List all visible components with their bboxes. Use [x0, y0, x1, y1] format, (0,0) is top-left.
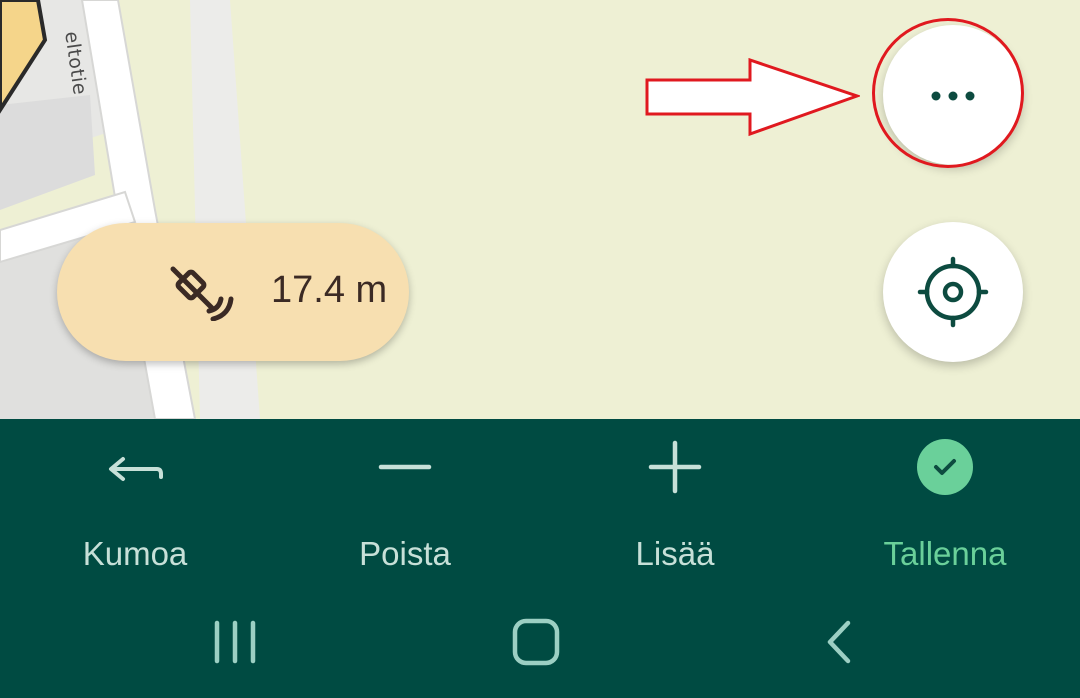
gps-accuracy-value: 17.4 m — [271, 269, 388, 311]
remove-label: Poista — [359, 535, 451, 572]
plus-icon — [648, 440, 702, 494]
back-icon[interactable] — [820, 619, 860, 665]
satellite-signal-icon — [170, 266, 234, 321]
recents-icon[interactable] — [210, 619, 260, 665]
annotation-arrow-icon — [645, 58, 860, 137]
save-label: Tallenna — [883, 535, 1007, 572]
edit-toolbar: Kumoa Poista Lisää Tallenna — [0, 419, 1080, 698]
add-label: Lisää — [635, 535, 715, 572]
minus-icon — [378, 464, 432, 470]
annotation-highlight-circle — [872, 18, 1024, 168]
my-location-button[interactable] — [883, 222, 1023, 362]
gps-accuracy-chip[interactable]: 17.4 m — [57, 223, 409, 361]
undo-icon — [109, 457, 163, 481]
remove-button[interactable]: Poista — [305, 439, 505, 589]
save-button[interactable]: Tallenna — [845, 439, 1045, 589]
check-circle-icon — [917, 439, 973, 495]
home-icon[interactable] — [510, 617, 562, 667]
add-button[interactable]: Lisää — [575, 439, 775, 589]
map-view[interactable]: eltotie 17.4 m — [0, 0, 1080, 419]
undo-button[interactable]: Kumoa — [35, 439, 235, 589]
undo-label: Kumoa — [82, 535, 188, 572]
my-location-icon — [917, 256, 989, 328]
